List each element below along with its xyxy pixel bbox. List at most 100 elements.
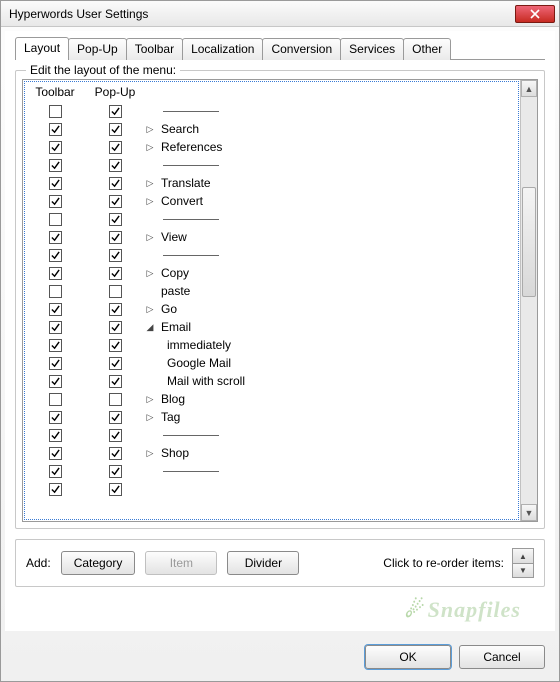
separator-line	[163, 255, 219, 256]
toolbar-checkbox[interactable]	[49, 231, 62, 244]
list-row[interactable]	[25, 156, 518, 174]
list-row[interactable]: ▷Tag	[25, 408, 518, 426]
popup-checkbox[interactable]	[109, 411, 122, 424]
popup-checkbox[interactable]	[109, 303, 122, 316]
toolbar-checkbox[interactable]	[49, 105, 62, 118]
cancel-button[interactable]: Cancel	[459, 645, 545, 669]
list-row[interactable]: ▷Search	[25, 120, 518, 138]
toolbar-checkbox[interactable]	[49, 321, 62, 334]
toolbar-checkbox[interactable]	[49, 393, 62, 406]
list-row[interactable]: Google Mail	[25, 354, 518, 372]
scroll-up-button[interactable]: ▲	[521, 80, 537, 97]
add-category-button[interactable]: Category	[61, 551, 136, 575]
toolbar-checkbox[interactable]	[49, 303, 62, 316]
list-row[interactable]: ▷View	[25, 228, 518, 246]
list-row[interactable]: ▷Convert	[25, 192, 518, 210]
popup-checkbox[interactable]	[109, 393, 122, 406]
list-row[interactable]: ▷Go	[25, 300, 518, 318]
separator-line	[163, 219, 219, 220]
popup-checkbox[interactable]	[109, 213, 122, 226]
layout-list[interactable]: ToolbarPop-Up ▷Search▷References ▷Translat…	[24, 81, 519, 520]
tab-services[interactable]: Services	[340, 38, 404, 60]
client-area: LayoutPop-UpToolbarLocalizationConversio…	[5, 31, 555, 631]
list-row[interactable]: ◢Email	[25, 318, 518, 336]
popup-checkbox[interactable]	[109, 123, 122, 136]
tab-other[interactable]: Other	[403, 38, 451, 60]
toolbar-checkbox[interactable]	[49, 465, 62, 478]
toolbar-checkbox[interactable]	[49, 483, 62, 496]
list-row[interactable]: ▷References	[25, 138, 518, 156]
list-row[interactable]: ▷Blog	[25, 390, 518, 408]
list-row[interactable]	[25, 462, 518, 480]
titlebar: Hyperwords User Settings	[1, 1, 559, 27]
popup-checkbox[interactable]	[109, 447, 122, 460]
tab-strip: LayoutPop-UpToolbarLocalizationConversio…	[15, 37, 545, 60]
subitem-label: Google Mail	[167, 356, 231, 370]
toolbar-checkbox[interactable]	[49, 285, 62, 298]
list-row[interactable]	[25, 246, 518, 264]
toolbar-checkbox[interactable]	[49, 375, 62, 388]
disclosure-down-icon: ◢	[145, 322, 155, 333]
reorder-label: Click to re-order items:	[383, 556, 504, 570]
col-header-popup: Pop-Up	[85, 85, 145, 99]
vertical-scrollbar[interactable]: ▲ ▼	[520, 80, 537, 521]
toolbar-checkbox[interactable]	[49, 213, 62, 226]
list-row[interactable]: Mail with scroll	[25, 372, 518, 390]
toolbar-checkbox[interactable]	[49, 411, 62, 424]
toolbar-checkbox[interactable]	[49, 357, 62, 370]
scroll-thumb[interactable]	[522, 187, 536, 297]
subitem-label: immediately	[167, 338, 231, 352]
toolbar-checkbox[interactable]	[49, 429, 62, 442]
toolbar-checkbox[interactable]	[49, 267, 62, 280]
list-row[interactable]	[25, 210, 518, 228]
popup-checkbox[interactable]	[109, 375, 122, 388]
popup-checkbox[interactable]	[109, 141, 122, 154]
list-row[interactable]	[25, 426, 518, 444]
scroll-down-button[interactable]: ▼	[521, 504, 537, 521]
separator-line	[163, 165, 219, 166]
toolbar-checkbox[interactable]	[49, 177, 62, 190]
popup-checkbox[interactable]	[109, 231, 122, 244]
disclosure-right-icon: ▷	[145, 394, 155, 405]
popup-checkbox[interactable]	[109, 321, 122, 334]
toolbar-checkbox[interactable]	[49, 195, 62, 208]
tab-popup[interactable]: Pop-Up	[68, 38, 127, 60]
list-row[interactable]: ▷Shop	[25, 444, 518, 462]
popup-checkbox[interactable]	[109, 249, 122, 262]
toolbar-checkbox[interactable]	[49, 447, 62, 460]
popup-checkbox[interactable]	[109, 177, 122, 190]
reorder-down-button[interactable]: ▼	[513, 563, 533, 577]
reorder-up-button[interactable]: ▲	[513, 549, 533, 563]
popup-checkbox[interactable]	[109, 429, 122, 442]
popup-checkbox[interactable]	[109, 285, 122, 298]
list-row[interactable]: immediately	[25, 336, 518, 354]
list-row[interactable]: ▷Translate	[25, 174, 518, 192]
ok-button[interactable]: OK	[365, 645, 451, 669]
toolbar-checkbox[interactable]	[49, 123, 62, 136]
scroll-track[interactable]	[521, 97, 537, 504]
popup-checkbox[interactable]	[109, 465, 122, 478]
popup-checkbox[interactable]	[109, 195, 122, 208]
popup-checkbox[interactable]	[109, 339, 122, 352]
close-button[interactable]	[515, 5, 555, 23]
list-row[interactable]	[25, 102, 518, 120]
popup-checkbox[interactable]	[109, 483, 122, 496]
tab-layout[interactable]: Layout	[15, 37, 69, 60]
toolbar-checkbox[interactable]	[49, 339, 62, 352]
toolbar-checkbox[interactable]	[49, 141, 62, 154]
col-header-toolbar: Toolbar	[25, 85, 85, 99]
popup-checkbox[interactable]	[109, 105, 122, 118]
list-row[interactable]	[25, 480, 518, 498]
toolbar-checkbox[interactable]	[49, 159, 62, 172]
popup-checkbox[interactable]	[109, 267, 122, 280]
tab-conversion[interactable]: Conversion	[262, 38, 341, 60]
add-label: Add:	[26, 556, 51, 570]
list-row[interactable]: paste	[25, 282, 518, 300]
popup-checkbox[interactable]	[109, 159, 122, 172]
list-row[interactable]: ▷Copy	[25, 264, 518, 282]
tab-toolbar[interactable]: Toolbar	[126, 38, 183, 60]
tab-localization[interactable]: Localization	[182, 38, 263, 60]
popup-checkbox[interactable]	[109, 357, 122, 370]
toolbar-checkbox[interactable]	[49, 249, 62, 262]
add-divider-button[interactable]: Divider	[227, 551, 299, 575]
